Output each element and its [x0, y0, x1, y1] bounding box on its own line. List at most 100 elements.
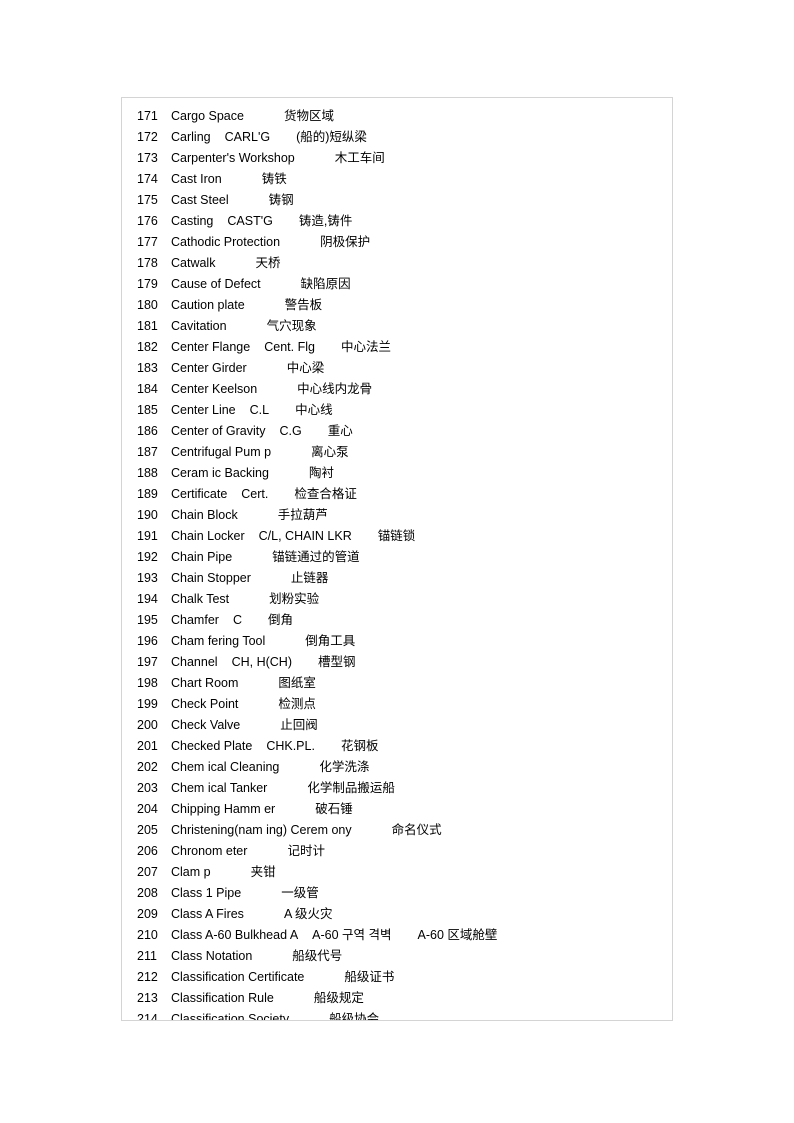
entry-index: 194 — [137, 592, 158, 606]
entry-term: Class 1 Pipe — [171, 886, 242, 900]
glossary-entry: 197 Channel CH, H(CH) 槽型钢 — [122, 652, 672, 673]
glossary-entry: 183 Center Girder 中心梁 — [122, 358, 672, 379]
entry-index: 204 — [137, 802, 158, 816]
entry-term: Check Point — [171, 697, 239, 711]
entry-translation: 船级规定 — [313, 991, 364, 1005]
entry-term: Center Girder — [171, 361, 247, 375]
entry-index: 193 — [137, 571, 158, 585]
glossary-entry: 201 Checked Plate CHK.PL. 花钢板 — [122, 736, 672, 757]
entry-translation: 铸造,铸件 — [298, 214, 353, 228]
entry-translation: 倒角 — [267, 613, 293, 627]
entry-index: 181 — [137, 319, 158, 333]
entry-translation: 花钢板 — [340, 739, 379, 753]
entry-translation: 阴极保护 — [320, 235, 371, 249]
entry-translation: 木工车间 — [334, 151, 385, 165]
entry-term: Class A-60 Bulkhead A — [171, 928, 299, 942]
entry-index: 183 — [137, 361, 158, 375]
entry-term: Caution plate — [171, 298, 245, 312]
entry-translation: 锚链锁 — [377, 529, 416, 543]
entry-term: Classification Society — [171, 1012, 290, 1021]
entry-index: 205 — [137, 823, 158, 837]
entry-translation: 槽型钢 — [318, 655, 356, 669]
glossary-entry: 199 Check Point 检测点 — [122, 694, 672, 715]
entry-index: 212 — [137, 970, 158, 984]
entry-index: 187 — [137, 445, 158, 459]
entry-term: Chain Block — [171, 508, 238, 522]
entry-translation: 划粉实验 — [269, 592, 320, 606]
entry-translation: 手拉葫芦 — [277, 508, 328, 522]
entry-term: Clam p — [171, 865, 211, 879]
glossary-entry: 208 Class 1 Pipe 一级管 — [122, 883, 672, 904]
glossary-entry: 196 Cham fering Tool 倒角工具 — [122, 631, 672, 652]
entry-translation: 检查合格证 — [294, 487, 357, 501]
glossary-entry: 188 Ceram ic Backing 陶衬 — [122, 463, 672, 484]
entry-index: 211 — [137, 949, 157, 963]
entry-term: Chamfer — [171, 613, 219, 627]
entry-index: 208 — [137, 886, 158, 900]
glossary-entry: 207 Clam p 夹钳 — [122, 862, 672, 883]
entry-translation: (船的)短纵梁 — [296, 130, 367, 144]
entry-abbreviation: C/L, CHAIN LKR — [258, 529, 352, 543]
entry-term: Check Valve — [171, 718, 241, 732]
entry-translation: 化学制品搬运船 — [307, 781, 395, 795]
entry-translation: A-60 区域舱壁 — [417, 928, 498, 942]
entry-index: 173 — [137, 151, 158, 165]
entry-term: Cause of Defect — [171, 277, 261, 291]
glossary-entry: 211 Class Notation 船级代号 — [122, 946, 672, 967]
entry-index: 197 — [137, 655, 158, 669]
glossary-entry: 195 Chamfer C 倒角 — [122, 610, 672, 631]
entry-translation: 中心线内龙骨 — [297, 382, 373, 396]
entry-abbreviation: Cert. — [241, 487, 269, 501]
entry-translation: 锚链通过的管道 — [272, 550, 360, 564]
entry-translation: 倒角工具 — [305, 634, 356, 648]
entry-index: 213 — [137, 991, 158, 1005]
entry-translation: 警告板 — [284, 298, 323, 312]
entry-translation: 止回阀 — [280, 718, 318, 732]
glossary-entry: 182 Center Flange Cent. Flg 中心法兰 — [122, 337, 672, 358]
glossary-entry: 172 Carling CARL'G (船的)短纵梁 — [122, 127, 672, 148]
glossary-entry: 198 Chart Room 图纸室 — [122, 673, 672, 694]
entry-term: Center Flange — [171, 340, 251, 354]
entry-translation: 货物区域 — [283, 109, 334, 123]
entry-abbreviation: C.L — [249, 403, 270, 417]
glossary-entry: 193 Chain Stopper 止链器 — [122, 568, 672, 589]
entry-index: 185 — [137, 403, 158, 417]
entry-index: 206 — [137, 844, 158, 858]
entry-index: 209 — [137, 907, 158, 921]
entry-index: 210 — [137, 928, 158, 942]
entry-term: Chain Pipe — [171, 550, 233, 564]
glossary-entry: 209 Class A Fires A 级火灾 — [122, 904, 672, 925]
entry-index: 200 — [137, 718, 158, 732]
entry-term: Chalk Test — [171, 592, 230, 606]
glossary-entry: 179 Cause of Defect 缺陷原因 — [122, 274, 672, 295]
entry-term: Chain Locker — [171, 529, 245, 543]
glossary-entry: 173 Carpenter's Workshop 木工车间 — [122, 148, 672, 169]
entry-translation: 夹钳 — [250, 865, 276, 879]
entry-term: Cathodic Protection — [171, 235, 281, 249]
glossary-entry: 213 Classification Rule 船级规定 — [122, 988, 672, 1009]
entry-term: Chart Room — [171, 676, 239, 690]
entry-term: Chain Stopper — [171, 571, 251, 585]
entry-translation: 天桥 — [255, 256, 281, 270]
entry-translation: 铸铁 — [261, 172, 287, 186]
entry-index: 177 — [137, 235, 158, 249]
entry-translation: 铸钢 — [268, 193, 294, 207]
entry-term: Center Keelson — [171, 382, 258, 396]
glossary-entry: 204 Chipping Hamm er 破石锤 — [122, 799, 672, 820]
entry-translation: 中心法兰 — [340, 340, 391, 354]
document-page: 171 Cargo Space 货物区域 172 Carling CARL'G (船的)短纵… — [0, 0, 794, 1123]
entry-translation: 一级管 — [281, 886, 319, 900]
glossary-entry: 185 Center Line C.L 中心线 — [122, 400, 672, 421]
glossary-entry-list: 171 Cargo Space 货物区域 172 Carling CARL'G (船的)短纵… — [122, 98, 672, 1021]
glossary-entry: 175 Cast Steel 铸钢 — [122, 190, 672, 211]
entry-term: Chronom eter — [171, 844, 248, 858]
entry-index: 171 — [137, 109, 158, 123]
entry-translation: 记时计 — [287, 844, 325, 858]
entry-term: Catwalk — [171, 256, 216, 270]
glossary-entry: 171 Cargo Space 货物区域 — [122, 106, 672, 127]
entry-index: 182 — [137, 340, 158, 354]
entry-index: 191 — [137, 529, 158, 543]
entry-term: Ceram ic Backing — [171, 466, 269, 480]
glossary-entry: 206 Chronom eter 记时计 — [122, 841, 672, 862]
entry-index: 175 — [137, 193, 158, 207]
